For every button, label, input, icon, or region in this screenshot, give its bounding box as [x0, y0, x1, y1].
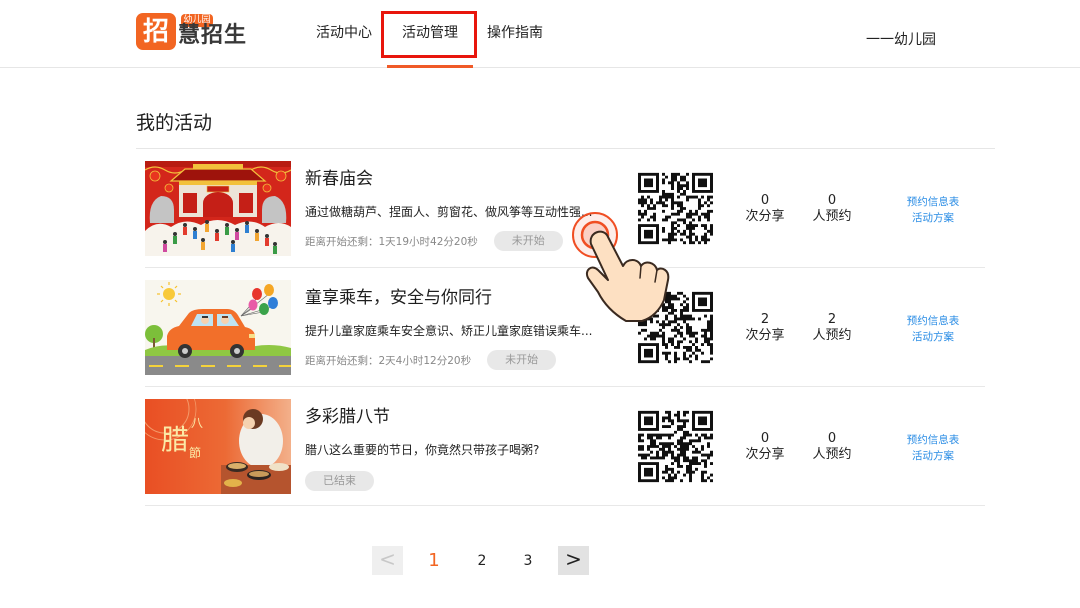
image-lettering: 八 — [191, 416, 203, 430]
nav-item-guide[interactable]: 操作指南 — [480, 22, 550, 44]
activity-thumbnail[interactable] — [145, 280, 291, 375]
top-header: 招 幼儿园 慧招生 活动中心 活动管理 操作指南 一一幼儿园 — [0, 0, 1080, 68]
row-links: 预约信息表 活动方案 — [893, 432, 973, 464]
booking-count-value: 0 — [827, 193, 837, 208]
share-count: 0 次分享 — [735, 431, 795, 463]
activity-meta: 距离开始还剩：1天19小时42分20秒 未开始 — [305, 231, 563, 251]
qr-code — [635, 289, 716, 366]
nav-item-activity-center[interactable]: 活动中心 — [309, 22, 379, 44]
share-count-label: 次分享 — [745, 328, 785, 343]
share-count-label: 次分享 — [745, 209, 785, 224]
booking-count-value: 2 — [827, 312, 837, 327]
booking-count-label: 人预约 — [812, 328, 852, 343]
activity-meta: 距离开始还剩：2天4小时12分20秒 未开始 — [305, 350, 557, 370]
image-lettering: 節 — [189, 445, 201, 460]
activity-plan-link[interactable]: 活动方案 — [893, 448, 973, 464]
activity-plan-link[interactable]: 活动方案 — [893, 210, 973, 226]
qr-code — [635, 408, 716, 485]
activity-thumbnail[interactable] — [145, 161, 291, 256]
share-count: 0 次分享 — [735, 193, 795, 225]
prev-page-button[interactable]: < — [372, 546, 403, 575]
booking-count-label: 人预约 — [812, 447, 852, 462]
activity-row[interactable]: 童享乘车，安全与你同行 提升儿童家庭乘车安全意识、矫正儿童家庭错误乘车... 距… — [145, 268, 985, 387]
activity-title[interactable]: 童享乘车，安全与你同行 — [305, 287, 492, 309]
row-links: 预约信息表 活动方案 — [893, 194, 973, 226]
booking-count-label: 人预约 — [812, 209, 852, 224]
share-count: 2 次分享 — [735, 312, 795, 344]
row-links: 预约信息表 活动方案 — [893, 313, 973, 345]
page-title: 我的活动 — [136, 112, 213, 134]
image-lettering: 腊 — [161, 423, 189, 456]
booking-count: 0 人预约 — [802, 193, 862, 225]
highlight-box — [381, 11, 477, 58]
share-count-value: 0 — [760, 431, 770, 446]
share-count-value: 2 — [760, 312, 770, 327]
activity-title[interactable]: 多彩腊八节 — [305, 406, 390, 428]
activity-row[interactable]: 腊 八 節 多彩腊八节 腊八这么重要的节日，你竟然只带孩子喝粥? 已结束 0 次… — [145, 387, 985, 506]
page-2-button[interactable]: 2 — [470, 550, 494, 572]
org-name[interactable]: 一一幼儿园 — [866, 29, 936, 51]
activity-title[interactable]: 新春庙会 — [305, 168, 373, 190]
page-3-button[interactable]: 3 — [516, 550, 540, 572]
page-1-button[interactable]: 1 — [422, 550, 446, 572]
active-nav-underline — [387, 65, 473, 68]
booking-sheet-link[interactable]: 预约信息表 — [893, 432, 973, 448]
activity-description: 腊八这么重要的节日，你竟然只带孩子喝粥? — [305, 443, 540, 457]
booking-count: 0 人预约 — [802, 431, 862, 463]
status-badge: 未开始 — [493, 231, 563, 251]
activity-plan-link[interactable]: 活动方案 — [893, 329, 973, 345]
share-count-value: 0 — [760, 193, 770, 208]
next-page-button[interactable]: > — [558, 546, 589, 575]
activity-description: 提升儿童家庭乘车安全意识、矫正儿童家庭错误乘车... — [305, 324, 593, 338]
booking-sheet-link[interactable]: 预约信息表 — [893, 194, 973, 210]
countdown-text: 距离开始还剩：1天19小时42分20秒 — [305, 235, 478, 248]
activity-row[interactable]: 新春庙会 通过做糖葫芦、捏面人、剪窗花、做风筝等互动性强... 距离开始还剩：1… — [145, 149, 985, 268]
share-count-label: 次分享 — [745, 447, 785, 462]
qr-code — [635, 170, 716, 247]
countdown-text: 距离开始还剩：2天4小时12分20秒 — [305, 354, 472, 367]
activity-description: 通过做糖葫芦、捏面人、剪窗花、做风筝等互动性强... — [305, 205, 593, 219]
activity-meta: 已结束 — [305, 471, 374, 491]
booking-sheet-link[interactable]: 预约信息表 — [893, 313, 973, 329]
status-badge: 未开始 — [487, 350, 557, 370]
logo-icon[interactable]: 招 — [136, 13, 176, 50]
booking-count-value: 0 — [827, 431, 837, 446]
activity-thumbnail[interactable]: 腊 八 節 — [145, 399, 291, 494]
booking-count: 2 人预约 — [802, 312, 862, 344]
status-badge: 已结束 — [305, 471, 374, 491]
logo-name[interactable]: 慧招生 — [178, 23, 247, 49]
